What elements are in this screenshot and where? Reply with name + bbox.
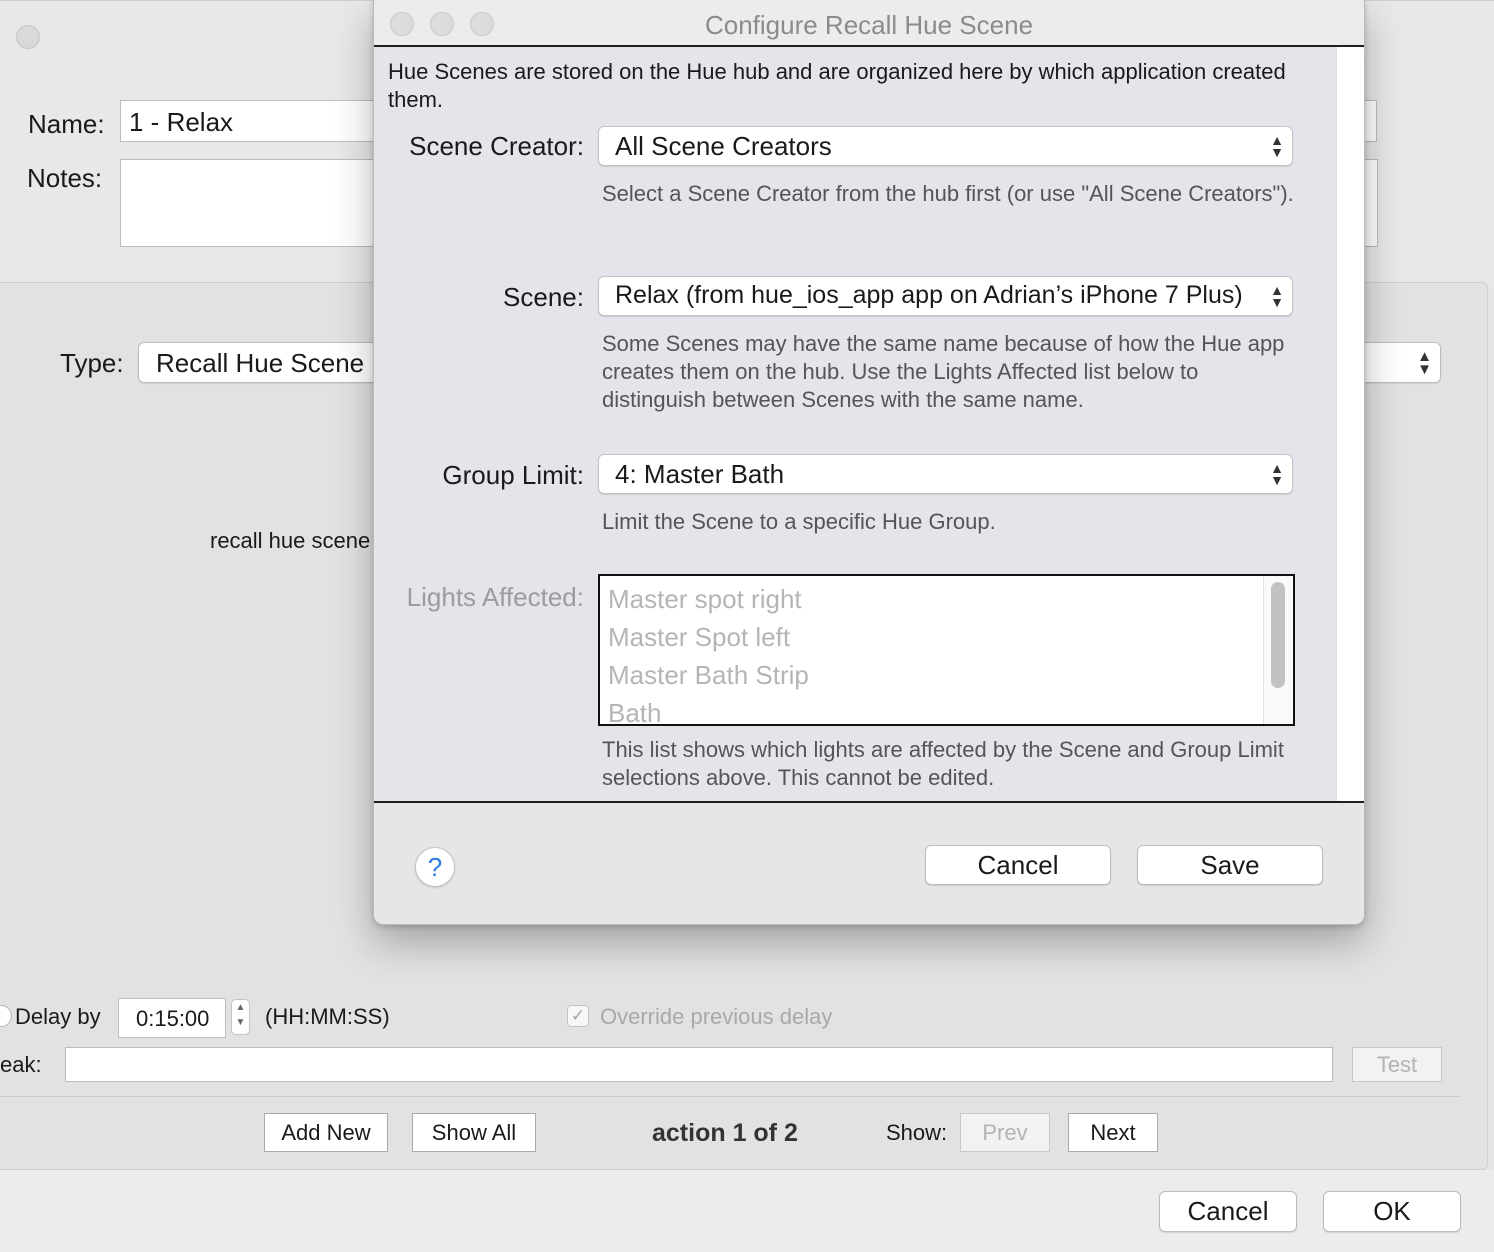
scene-popup[interactable]: Relax (from hue_ios_app app on Adrian’s … [598, 276, 1293, 316]
help-icon: ? [427, 852, 443, 882]
delay-field-value: 0:15:00 [136, 1006, 210, 1031]
group-limit-label: Group Limit: [442, 460, 584, 490]
help-button[interactable]: ? [415, 847, 455, 887]
list-item: Master Spot left [608, 622, 791, 652]
scrollbar-thumb[interactable] [1271, 582, 1285, 688]
ok-button-label: OK [1373, 1196, 1411, 1226]
chevron-updown-icon: ▲ ▼ [1268, 460, 1284, 488]
name-label: Name: [28, 109, 105, 139]
scene-creator-help: Select a Scene Creator from the hub firs… [602, 181, 1294, 206]
ok-button[interactable]: OK [1323, 1191, 1461, 1232]
group-limit-help: Limit the Scene to a specific Hue Group. [602, 509, 996, 534]
override-checkbox[interactable]: ✓ [567, 1005, 589, 1027]
configure-dialog: Configure Recall Hue Scene Hue Scenes ar… [373, 0, 1365, 925]
delay-stepper[interactable]: ▲ ▼ [231, 999, 250, 1035]
prev-button[interactable]: Prev [960, 1113, 1050, 1152]
scene-value: Relax (from hue_ios_app app on Adrian’s … [615, 281, 1243, 309]
chevron-updown-icon: ▲ ▼ [1268, 282, 1284, 310]
list-item: Master Bath Strip [608, 660, 809, 690]
checkmark-icon: ✓ [570, 1006, 586, 1025]
name-field-value: 1 - Relax [129, 107, 234, 137]
show-all-button[interactable]: Show All [412, 1113, 536, 1152]
prev-button-label: Prev [982, 1120, 1028, 1145]
delay-label: Delay by [15, 1004, 101, 1029]
type-label: Type: [60, 348, 124, 378]
dialog-cancel-button-label: Cancel [977, 850, 1059, 880]
dialog-scrollbar[interactable] [1336, 47, 1364, 802]
window-cancel-button-label: Cancel [1187, 1196, 1269, 1226]
scene-label: Scene: [503, 282, 584, 312]
stepper-up-icon: ▲ [235, 1002, 246, 1013]
dialog-cancel-button[interactable]: Cancel [925, 845, 1111, 885]
show-label: Show: [886, 1120, 948, 1145]
lights-affected-list[interactable]: Master spot right Master Spot left Maste… [598, 574, 1295, 726]
scene-creator-popup[interactable]: All Scene Creators ▲ ▼ [598, 126, 1293, 166]
scene-creator-value: All Scene Creators [615, 131, 832, 161]
action-summary: recall hue scene [210, 528, 371, 553]
scene-creator-label: Scene Creator: [409, 131, 584, 161]
lights-affected-label: Lights Affected: [406, 582, 584, 612]
lights-affected-help: This list shows which lights are affecte… [602, 737, 1284, 790]
chevron-updown-icon: ▲ ▼ [1268, 132, 1284, 160]
speak-label: eak: [0, 1052, 42, 1077]
override-label: Override previous delay [600, 1004, 833, 1029]
next-button-label: Next [1090, 1120, 1136, 1145]
add-new-button[interactable]: Add New [264, 1113, 388, 1152]
window-close-button[interactable] [16, 25, 40, 49]
list-item: Master spot right [608, 584, 802, 614]
delay-format-label: (HH:MM:SS) [265, 1004, 390, 1029]
window-cancel-button[interactable]: Cancel [1159, 1191, 1297, 1232]
group-limit-popup[interactable]: 4: Master Bath ▲ ▼ [598, 454, 1293, 494]
lights-list-scrollbar[interactable] [1263, 576, 1293, 724]
save-button-label: Save [1200, 850, 1260, 880]
list-item: Bath [608, 698, 662, 726]
save-button[interactable]: Save [1137, 845, 1323, 885]
type-popup-value: Recall Hue Scene [156, 348, 365, 378]
dialog-intro-text: Hue Scenes are stored on the Hue hub and… [388, 59, 1286, 112]
chevron-updown-icon: ▲ ▼ [1417, 347, 1432, 378]
dialog-title-bar: Configure Recall Hue Scene [374, 0, 1364, 47]
notes-label: Notes: [27, 163, 103, 193]
speak-field[interactable] [65, 1047, 1333, 1082]
group-limit-value: 4: Master Bath [615, 459, 785, 489]
scene-help: Some Scenes may have the same name becau… [602, 331, 1285, 412]
next-button[interactable]: Next [1068, 1113, 1158, 1152]
divider [0, 1096, 1460, 1097]
test-button[interactable]: Test [1352, 1047, 1442, 1082]
show-all-button-label: Show All [431, 1120, 517, 1145]
dialog-footer: ? Cancel Save [374, 803, 1364, 924]
action-counter: action 1 of 2 [652, 1119, 798, 1147]
delay-field[interactable]: 0:15:00 [118, 998, 226, 1038]
add-new-button-label: Add New [281, 1120, 371, 1145]
test-button-label: Test [1376, 1052, 1418, 1077]
stepper-down-icon: ▼ [235, 1017, 246, 1028]
dialog-title: Configure Recall Hue Scene [704, 10, 1034, 40]
